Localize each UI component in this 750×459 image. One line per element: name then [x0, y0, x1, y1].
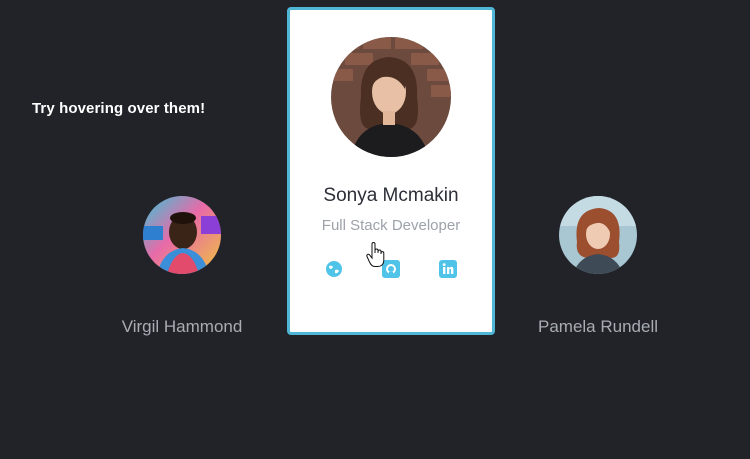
profile-showcase: Try hovering over them! Virgil Hammond S… [0, 0, 750, 459]
profile-pamela[interactable]: Pamela Rundell [508, 196, 688, 337]
social-links [290, 260, 492, 280]
hover-hint: Try hovering over them! [32, 100, 206, 117]
profile-name: Sonya Mcmakin [323, 185, 459, 206]
profile-name: Pamela Rundell [537, 317, 658, 336]
avatar [143, 196, 221, 274]
hand-cursor-icon [366, 242, 385, 267]
profile-role: Full Stack Developer [321, 217, 461, 234]
profile-card-sonya[interactable]: Sonya Mcmakin Full Stack Developer [287, 7, 495, 335]
profile-virgil[interactable]: Virgil Hammond [92, 196, 272, 337]
avatar [559, 196, 637, 274]
globe-icon[interactable] [325, 260, 343, 278]
profile-name: Virgil Hammond [121, 317, 243, 336]
avatar [331, 37, 451, 157]
linkedin-icon[interactable] [439, 260, 457, 278]
